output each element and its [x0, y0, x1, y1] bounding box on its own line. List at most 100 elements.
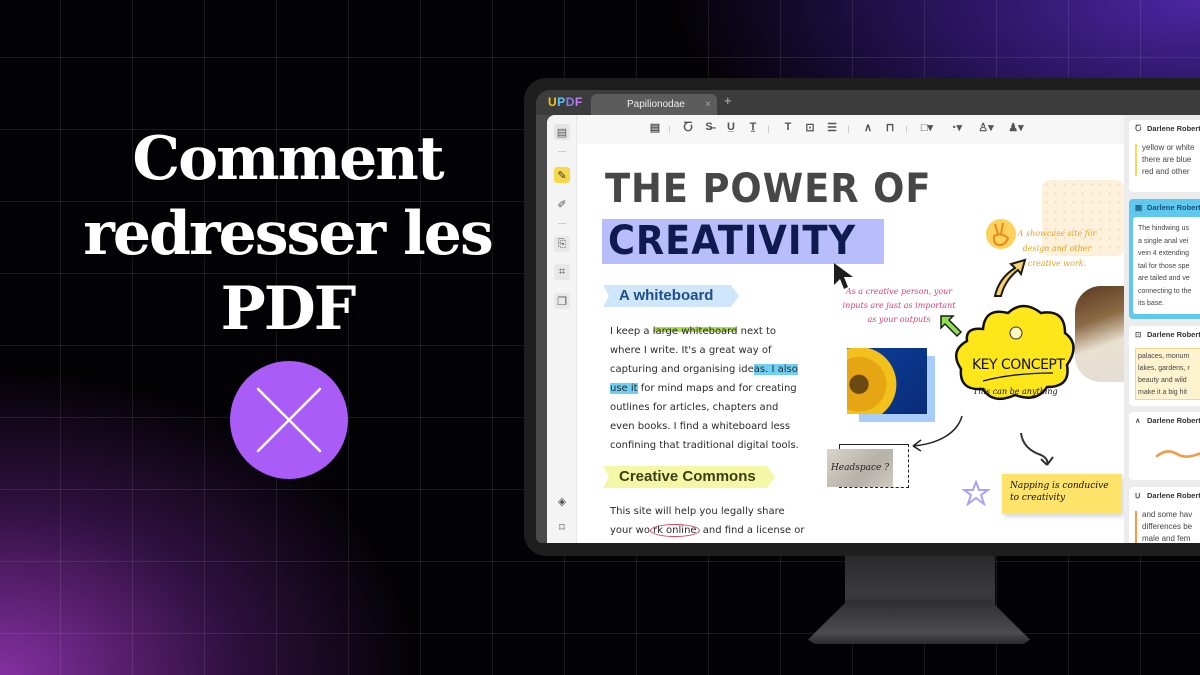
pencil-icon: ∧: [1135, 416, 1141, 425]
doc-title-text: CREATIVITY: [608, 218, 857, 264]
crop-icon[interactable]: ⌗: [554, 264, 570, 280]
eraser-icon[interactable]: ⊓: [882, 121, 898, 134]
section-creative-commons-text: This site will help you legally share yo…: [610, 502, 810, 540]
logo-letter: P: [557, 95, 566, 109]
desk-photo[interactable]: [1075, 286, 1124, 382]
doc-title-line1: THE POWER OF: [605, 166, 932, 212]
divider: [558, 223, 566, 224]
comment-text: yellow or white there are blue red and oth…: [1142, 143, 1195, 176]
comment-card[interactable]: ∧ Darlene Robertson: [1129, 412, 1200, 480]
app-body: ▤ ✎ ✐ ⎘ ⌗ ❐ ◈ ⌑ ▤ Ⴀ S̶ U̲ T̰ T ⊡ ☰ ∧ ⊓ □…: [547, 115, 1200, 543]
app-window: UPDF Papilionodae × + ▤ ✎ ✐ ⎘ ⌗ ❐ ◈ ⌑ ▤ …: [536, 90, 1200, 543]
key-concept-subtitle: This can be anything: [973, 387, 1058, 396]
headspace-note: Headspace ?: [827, 449, 893, 487]
logo-letter: D: [565, 95, 575, 109]
title-bar: UPDF Papilionodae × +: [536, 90, 1200, 115]
strikethrough-icon[interactable]: S̶: [701, 121, 717, 133]
text-run: for mind maps and for creating outlines …: [610, 383, 799, 451]
handwritten-note-orange: A showcase site for design and other cre…: [1017, 229, 1097, 268]
watermark-icon[interactable]: ❐: [554, 293, 570, 309]
underline-icon[interactable]: U̲: [723, 121, 739, 133]
close-badge: [230, 361, 348, 479]
organize-pages-icon[interactable]: ⎘: [554, 236, 570, 252]
divider: [669, 126, 670, 133]
comment-text: palaces, monum lakes, gardens, r beauty an…: [1138, 353, 1190, 396]
star-doodle-icon: [962, 480, 990, 506]
underline-icon: U̲: [1135, 491, 1141, 500]
comment-card[interactable]: U̲ Darlene Robertson and some havdifferen…: [1129, 487, 1200, 543]
squiggly-underline-icon[interactable]: T̰: [745, 121, 761, 133]
bookmark-icon[interactable]: ⌑: [554, 519, 570, 535]
text-icon[interactable]: T: [780, 121, 796, 133]
headline-line: redresser les: [83, 199, 494, 269]
doc-title-line2-highlighted[interactable]: CREATIVITY: [602, 219, 884, 264]
squiggle-arrow-icon: [1020, 432, 1054, 466]
curved-arrow-icon: [912, 415, 963, 452]
pencil-stroke-preview: [1155, 450, 1200, 458]
shape-icon[interactable]: □▾: [916, 121, 938, 134]
comment-header: U̲ Darlene Robertson: [1135, 491, 1200, 500]
layers-icon[interactable]: ◈: [554, 493, 570, 509]
highlight-icon: Ⴀ: [1135, 124, 1142, 133]
section-heading-whiteboard: A whiteboard: [603, 285, 739, 307]
text-callout-icon[interactable]: ☰: [824, 121, 840, 134]
tab-title: Papilionodae: [627, 99, 685, 110]
comment-card[interactable]: ⊡ Darlene Robertson palaces, monumlakes, …: [1129, 326, 1200, 406]
comment-mode-icon[interactable]: ✎: [554, 167, 570, 183]
comment-header: ∧ Darlene Robertson: [1135, 416, 1200, 425]
comment-author: Darlene Robertson: [1147, 124, 1200, 133]
text-box-icon: ⊡: [1135, 330, 1142, 339]
tab-close-icon[interactable]: ×: [705, 94, 711, 115]
new-tab-button[interactable]: +: [724, 93, 732, 108]
headline-line: PDF: [220, 274, 357, 344]
sticker-icon[interactable]: ◔▾: [945, 121, 967, 134]
comment-header: ▤ Darlene Robertson: [1135, 203, 1200, 212]
section-heading-creative-commons: Creative Commons: [603, 466, 775, 488]
text-box-icon[interactable]: ⊡: [802, 121, 818, 134]
ellipse-annotation[interactable]: rk online: [649, 524, 700, 537]
text-run: I keep a: [610, 326, 653, 337]
pencil-icon[interactable]: ∧: [860, 121, 876, 134]
key-concept-title: KEY CONCEPT: [972, 357, 1065, 373]
document-tab[interactable]: Papilionodae ×: [591, 94, 717, 115]
annotation-toolbar: ▤ Ⴀ S̶ U̲ T̰ T ⊡ ☰ ∧ ⊓ □▾ ◔▾ ♙▾ ♟▾: [577, 115, 1120, 144]
headline-line: Comment: [132, 124, 444, 194]
green-highlight-annotation[interactable]: large whiteboard: [652, 326, 738, 337]
peace-hand-sticker-icon: [986, 219, 1016, 249]
comment-text: The hindwing us a single anal vei vein 4 e…: [1138, 225, 1192, 307]
sunflower-image[interactable]: [847, 348, 927, 414]
comment-header: Ⴀ Darlene Robertson: [1135, 124, 1200, 133]
comment-author: Darlene Robertson: [1147, 330, 1200, 339]
yellow-arrow-icon: [993, 258, 1027, 297]
sticky-note[interactable]: Napping is conducive to creativity: [1002, 474, 1122, 514]
hero-headline: Comment redresser les PDF: [60, 122, 515, 347]
comment-icon[interactable]: ▤: [647, 121, 663, 134]
divider: [558, 151, 566, 152]
comment-icon: ▤: [1135, 203, 1143, 212]
close-x-icon: [256, 387, 322, 453]
comment-author: Darlene Robertson: [1147, 491, 1200, 500]
stamp-icon[interactable]: ♙▾: [975, 121, 997, 134]
comment-header: ⊡ Darlene Robertson: [1135, 330, 1200, 339]
edit-pdf-icon[interactable]: ✐: [554, 196, 570, 212]
comment-card-selected[interactable]: ▤ Darlene Robertson The hindwing usa sing…: [1129, 199, 1200, 319]
signature-icon[interactable]: ♟▾: [1005, 121, 1027, 134]
highlight-color-bar: [1135, 144, 1137, 176]
section-whiteboard-text: I keep a large whiteboard next to where …: [610, 322, 800, 455]
logo-letter: U: [548, 95, 558, 109]
divider: [768, 126, 769, 133]
comment-text: and some hav differences be male and fem: [1142, 510, 1193, 543]
updf-logo: UPDF: [548, 95, 583, 109]
pdf-page[interactable]: THE POWER OF CREATIVITY A whiteboard I k…: [577, 144, 1124, 543]
comment-card[interactable]: Ⴀ Darlene Robertson yellow or whitethere …: [1129, 120, 1200, 192]
reader-icon[interactable]: ▤: [554, 124, 570, 140]
highlight-icon[interactable]: Ⴀ: [680, 121, 696, 134]
comments-panel: Ⴀ Darlene Robertson yellow or whitethere …: [1124, 115, 1200, 543]
left-toolbar: ▤ ✎ ✐ ⎘ ⌗ ❐ ◈ ⌑: [547, 115, 577, 543]
logo-letter: F: [574, 95, 583, 109]
underline-color-bar: [1135, 511, 1137, 543]
text-run: and find a license or: [699, 525, 805, 536]
comment-author: Darlene Robertson: [1147, 416, 1200, 425]
divider: [848, 126, 849, 133]
comment-author: Darlene Robertson: [1147, 203, 1200, 212]
